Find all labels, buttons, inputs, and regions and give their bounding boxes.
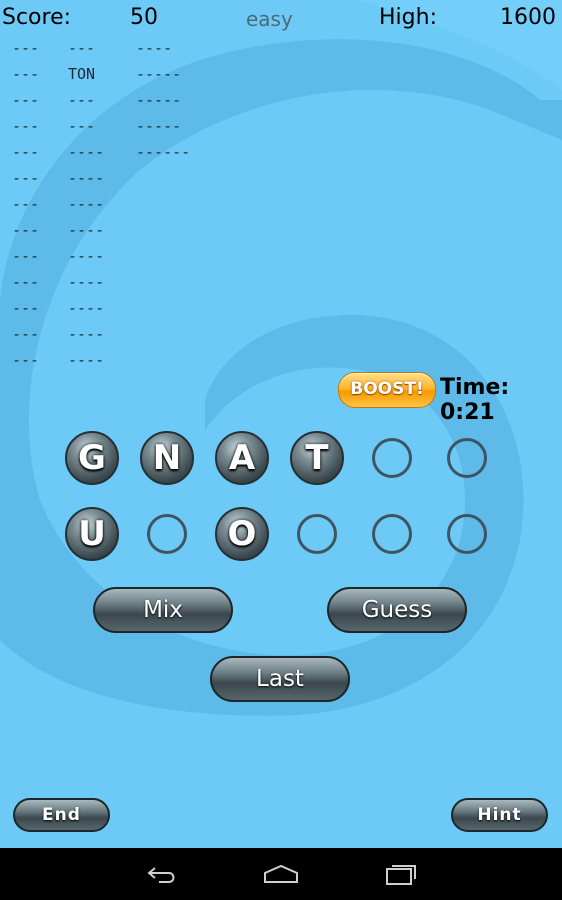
word-slot: ---	[68, 91, 96, 109]
word-slot: ----	[68, 247, 105, 265]
high-score-value: 1600	[500, 5, 556, 30]
empty-slot[interactable]	[372, 514, 412, 554]
word-slot: ---	[12, 247, 40, 265]
word-slot: ----	[68, 351, 105, 369]
hint-button[interactable]: Hint	[451, 798, 548, 832]
word-slot: TON	[68, 65, 96, 83]
letter-tile[interactable]: U	[65, 507, 119, 561]
difficulty-label: easy	[246, 7, 293, 31]
empty-slot[interactable]	[297, 514, 337, 554]
word-slot: ---	[12, 91, 40, 109]
empty-slot[interactable]	[447, 438, 487, 478]
end-button[interactable]: End	[13, 798, 110, 832]
score-label: Score:	[2, 5, 72, 30]
word-slot: ----	[68, 299, 105, 317]
home-icon[interactable]	[261, 862, 301, 886]
word-slot: ----	[68, 143, 105, 161]
empty-slot[interactable]	[147, 514, 187, 554]
letter-tile[interactable]: T	[290, 431, 344, 485]
word-slot: -----	[136, 65, 182, 83]
word-slot: ---	[12, 117, 40, 135]
mix-button[interactable]: Mix	[93, 587, 233, 633]
word-slot: ----	[136, 39, 173, 57]
word-slot: ---	[12, 351, 40, 369]
word-slot: ---	[12, 325, 40, 343]
word-slot: ---	[68, 39, 96, 57]
word-slot: -----	[136, 91, 182, 109]
empty-slot[interactable]	[372, 438, 412, 478]
timer: Time: 0:21	[440, 375, 510, 425]
word-slot: ---	[12, 299, 40, 317]
word-slot: ------	[136, 143, 191, 161]
word-slot: ----	[68, 221, 105, 239]
score-bar: Score: 50 easy High: 1600	[0, 0, 562, 36]
letter-tile[interactable]: A	[215, 431, 269, 485]
letter-tile[interactable]: G	[65, 431, 119, 485]
system-nav-bar	[0, 848, 562, 900]
word-slot: ---	[68, 117, 96, 135]
word-slot: ---	[12, 39, 40, 57]
word-slot: ----	[68, 169, 105, 187]
word-slot: ----	[68, 273, 105, 291]
word-slot: ---	[12, 143, 40, 161]
boost-button[interactable]: BOOST!	[338, 372, 436, 408]
empty-slot[interactable]	[447, 514, 487, 554]
guess-button[interactable]: Guess	[327, 587, 467, 633]
last-button[interactable]: Last	[210, 656, 350, 702]
word-slot: -----	[136, 117, 182, 135]
word-slot: ----	[68, 325, 105, 343]
back-icon[interactable]	[141, 862, 181, 886]
word-slot: ---	[12, 273, 40, 291]
letter-tile[interactable]: N	[140, 431, 194, 485]
word-slot: ----	[68, 195, 105, 213]
word-slot: ---	[12, 221, 40, 239]
score-value: 50	[130, 5, 158, 30]
word-slot: ---	[12, 65, 40, 83]
letter-tile[interactable]: O	[215, 507, 269, 561]
word-slot: ---	[12, 169, 40, 187]
word-slot: ---	[12, 195, 40, 213]
high-score-label: High:	[379, 5, 437, 30]
recent-apps-icon[interactable]	[381, 862, 421, 886]
